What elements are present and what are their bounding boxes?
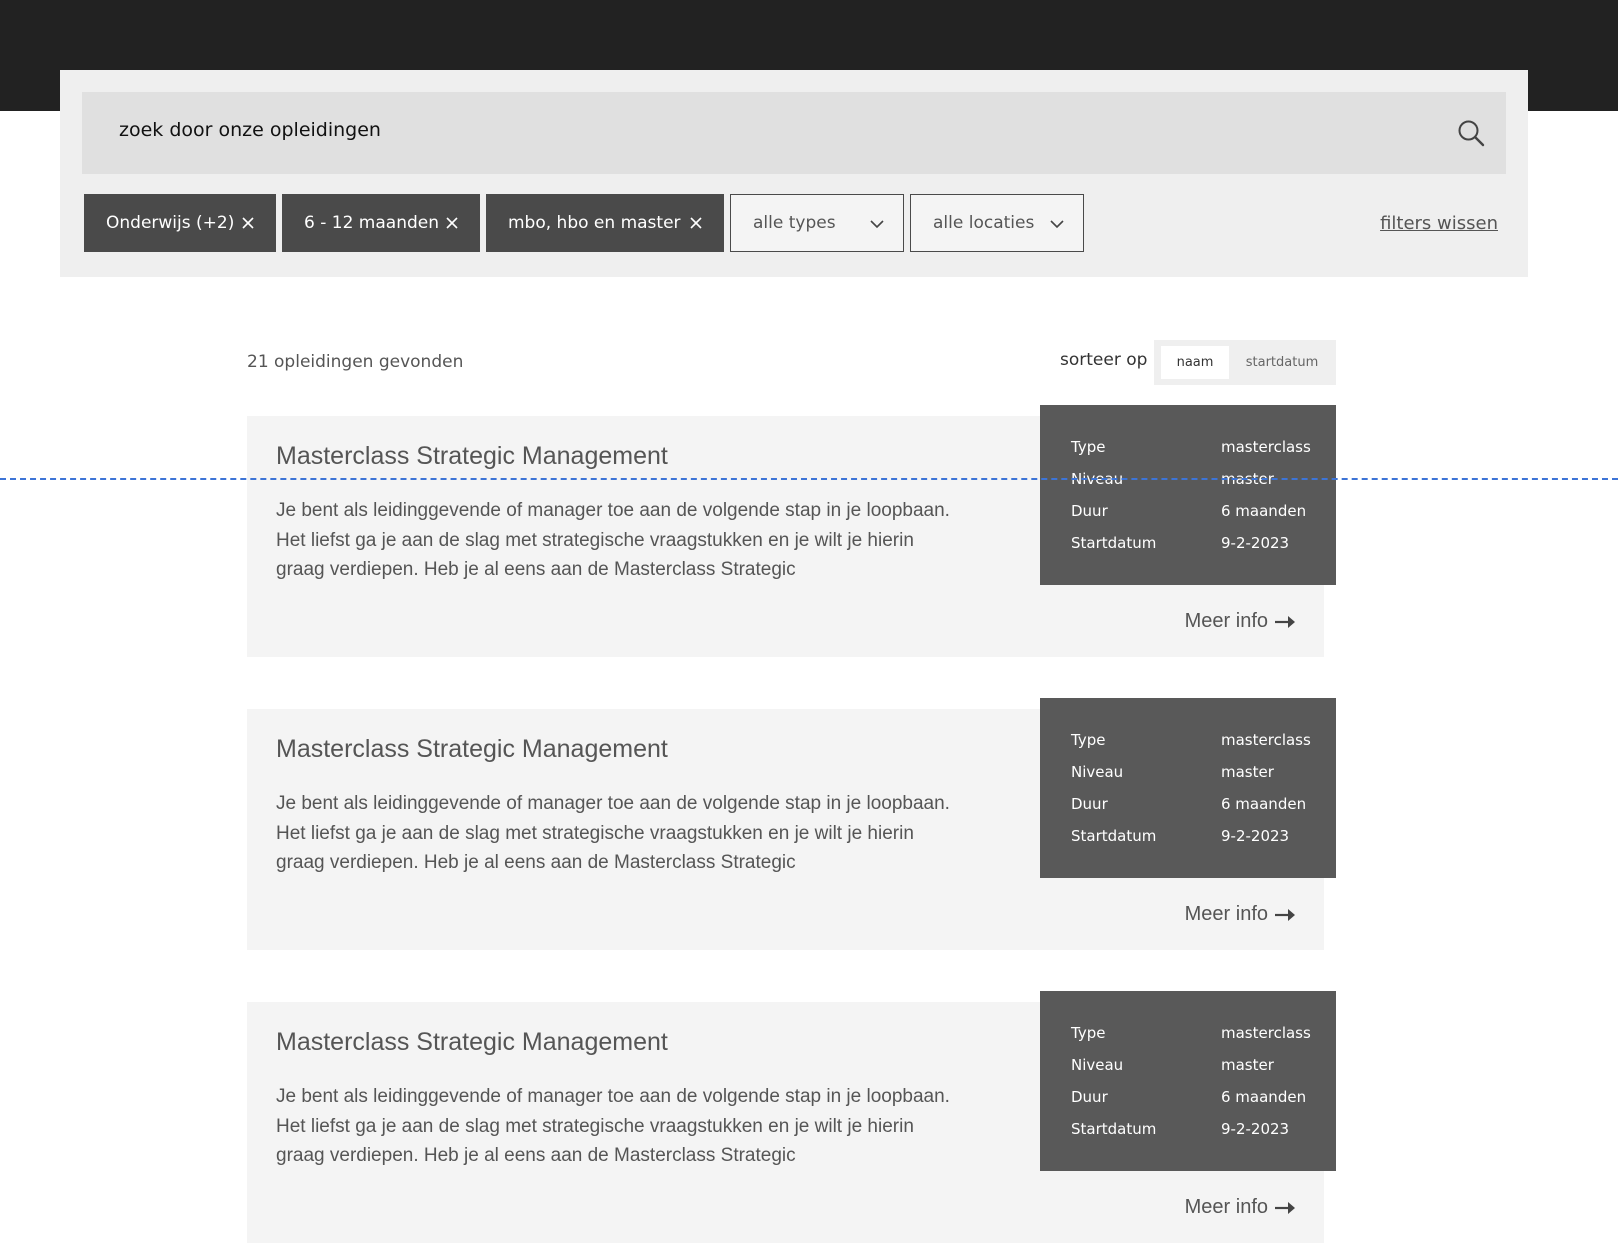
course-title[interactable]: Masterclass Strategic Management: [276, 1028, 668, 1057]
meta-key: Niveau: [1071, 1056, 1124, 1074]
more-info-link[interactable]: Meer info: [1185, 610, 1296, 633]
meta-key: Duur: [1071, 1088, 1108, 1106]
more-info-label: Meer info: [1184, 1196, 1268, 1218]
more-info-link[interactable]: Meer info: [1185, 903, 1296, 926]
meta-value: master: [1221, 763, 1274, 781]
filter-chip-label: 6 - 12 maanden: [304, 213, 439, 233]
more-info-link[interactable]: Meer info: [1185, 1196, 1296, 1219]
arrow-right-icon: [1275, 615, 1295, 628]
chevron-down-icon: [1050, 220, 1064, 229]
course-meta-panel: Type masterclass Niveau master Duur 6 maand…: [1040, 405, 1336, 585]
locations-dropdown-label: alle locaties: [933, 213, 1035, 233]
filter-chip-level[interactable]: mbo, hbo en master: [486, 194, 724, 252]
meta-value: 9-2-2023: [1221, 827, 1290, 845]
meta-value: masterclass: [1221, 438, 1311, 456]
more-info-label: Meer info: [1184, 610, 1268, 632]
meta-value: 6 maanden: [1221, 502, 1307, 520]
meta-key: Startdatum: [1071, 827, 1157, 845]
search-icon[interactable]: [1456, 118, 1486, 148]
course-description: Je bent als leidinggevende of manager to…: [276, 500, 950, 580]
filter-chip-duration[interactable]: 6 - 12 maanden: [282, 194, 480, 252]
course-title[interactable]: Masterclass Strategic Management: [276, 735, 668, 764]
meta-value: master: [1221, 1056, 1274, 1074]
types-dropdown-label: alle types: [753, 213, 836, 233]
locations-dropdown[interactable]: alle locaties: [910, 194, 1084, 252]
meta-key: Type: [1071, 438, 1106, 456]
filter-chip-label: mbo, hbo en master: [508, 213, 681, 233]
arrow-right-icon: [1275, 908, 1295, 921]
meta-value: masterclass: [1221, 1024, 1311, 1042]
meta-value: masterclass: [1221, 731, 1311, 749]
filter-chip-onderwijs[interactable]: Onderwijs (+2): [84, 194, 276, 252]
meta-key: Startdatum: [1071, 1120, 1157, 1138]
meta-key: Startdatum: [1071, 534, 1157, 552]
course-meta-panel: Type masterclass Niveau master Duur 6 maand…: [1040, 991, 1336, 1171]
filter-bar: Onderwijs (+2) 6 - 12 maanden mbo, hbo e…: [84, 194, 1528, 252]
sort-by-startdate-button[interactable]: startdatum: [1234, 346, 1330, 379]
meta-value: 6 maanden: [1221, 1088, 1307, 1106]
course-title[interactable]: Masterclass Strategic Management: [276, 442, 668, 471]
meta-key: Type: [1071, 1024, 1106, 1042]
meta-value: 9-2-2023: [1221, 1120, 1290, 1138]
meta-key: Niveau: [1071, 763, 1124, 781]
sort-toggle: naam startdatum: [1154, 340, 1336, 385]
course-description: Je bent als leidinggevende of manager to…: [276, 1086, 950, 1166]
sort-label: sorteer op: [1060, 350, 1148, 370]
types-dropdown[interactable]: alle types: [730, 194, 904, 252]
meta-key: Type: [1071, 731, 1106, 749]
close-icon[interactable]: [240, 215, 256, 231]
search-input[interactable]: zoek door onze opleidingen: [119, 119, 381, 141]
meta-value: 9-2-2023: [1221, 534, 1290, 552]
search-panel: zoek door onze opleidingen Onderwijs (+2…: [60, 70, 1528, 277]
course-meta-panel: Type masterclass Niveau master Duur 6 maand…: [1040, 698, 1336, 878]
results-count: 21 opleidingen gevonden: [247, 352, 464, 372]
meta-value: 6 maanden: [1221, 795, 1307, 813]
sort-by-name-button[interactable]: naam: [1161, 346, 1229, 379]
meta-key: Duur: [1071, 795, 1108, 813]
filter-chip-label: Onderwijs (+2): [106, 213, 235, 233]
chevron-down-icon: [870, 220, 884, 229]
arrow-right-icon: [1275, 1201, 1295, 1214]
meta-key: Duur: [1071, 502, 1108, 520]
close-icon[interactable]: [444, 215, 460, 231]
clear-filters-link[interactable]: filters wissen: [1380, 213, 1498, 234]
fold-guide-line: [0, 478, 1618, 480]
more-info-label: Meer info: [1184, 903, 1268, 925]
search-box[interactable]: zoek door onze opleidingen: [82, 92, 1506, 174]
course-description: Je bent als leidinggevende of manager to…: [276, 793, 950, 873]
close-icon[interactable]: [688, 215, 704, 231]
